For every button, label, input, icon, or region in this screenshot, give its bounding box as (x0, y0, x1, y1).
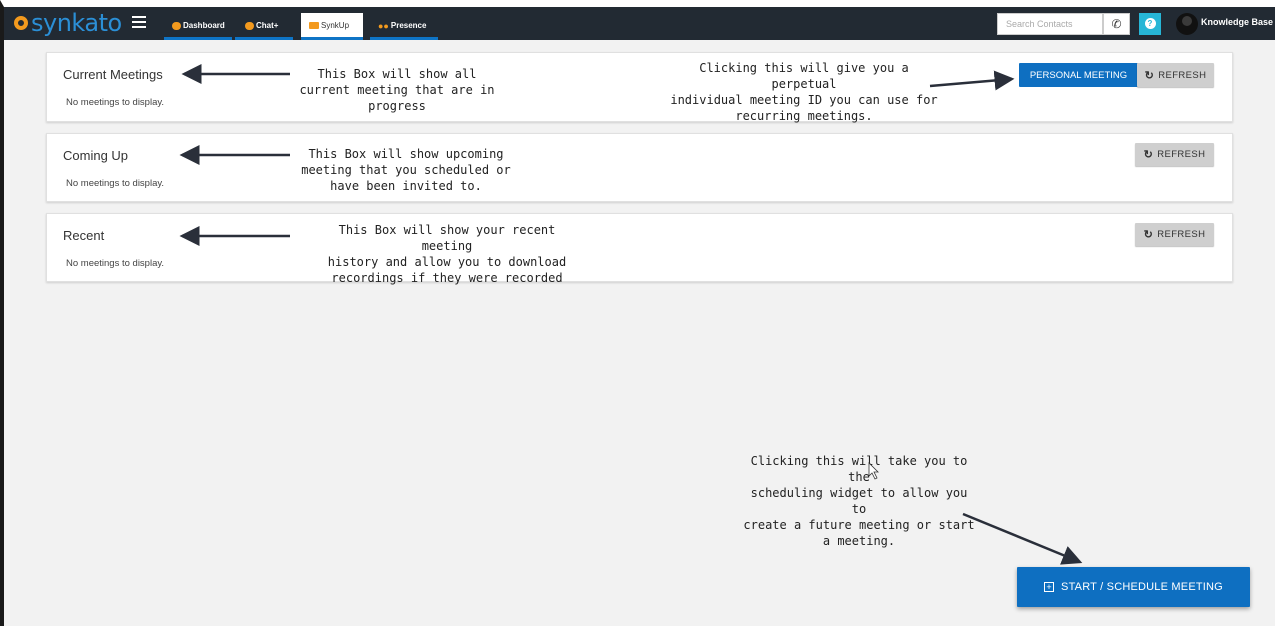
arrow-personal (929, 70, 1015, 91)
annotation-arrows (179, 64, 1083, 565)
start-schedule-label: START / SCHEDULE MEETING (1061, 581, 1223, 593)
arrow-start (962, 512, 1083, 565)
start-schedule-meeting-button[interactable]: + START / SCHEDULE MEETING (1017, 567, 1250, 607)
mouse-cursor-icon (868, 462, 879, 480)
plus-square-icon: + (1044, 582, 1055, 592)
